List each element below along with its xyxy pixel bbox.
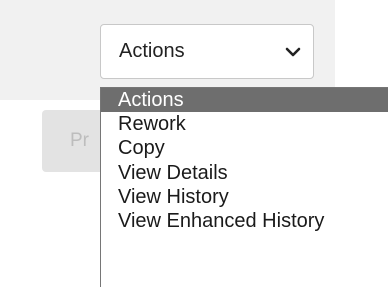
- actions-select[interactable]: Actions: [100, 24, 314, 79]
- actions-dropdown-list: Actions Rework Copy View Details View Hi…: [100, 87, 388, 287]
- dropdown-option-copy[interactable]: Copy: [101, 136, 388, 160]
- dropdown-option-view-details[interactable]: View Details: [101, 161, 388, 185]
- actions-select-value: Actions: [119, 40, 185, 62]
- background-button-label: Pr: [70, 130, 89, 151]
- dropdown-option-view-enhanced-history[interactable]: View Enhanced History: [101, 209, 388, 233]
- dropdown-option-actions[interactable]: Actions: [101, 88, 388, 113]
- dropdown-option-view-history[interactable]: View History: [101, 185, 388, 209]
- dropdown-option-rework[interactable]: Rework: [101, 112, 388, 136]
- page: Actions Pr Actions Rework Copy View Deta…: [0, 0, 388, 287]
- chevron-down-icon: [285, 46, 301, 58]
